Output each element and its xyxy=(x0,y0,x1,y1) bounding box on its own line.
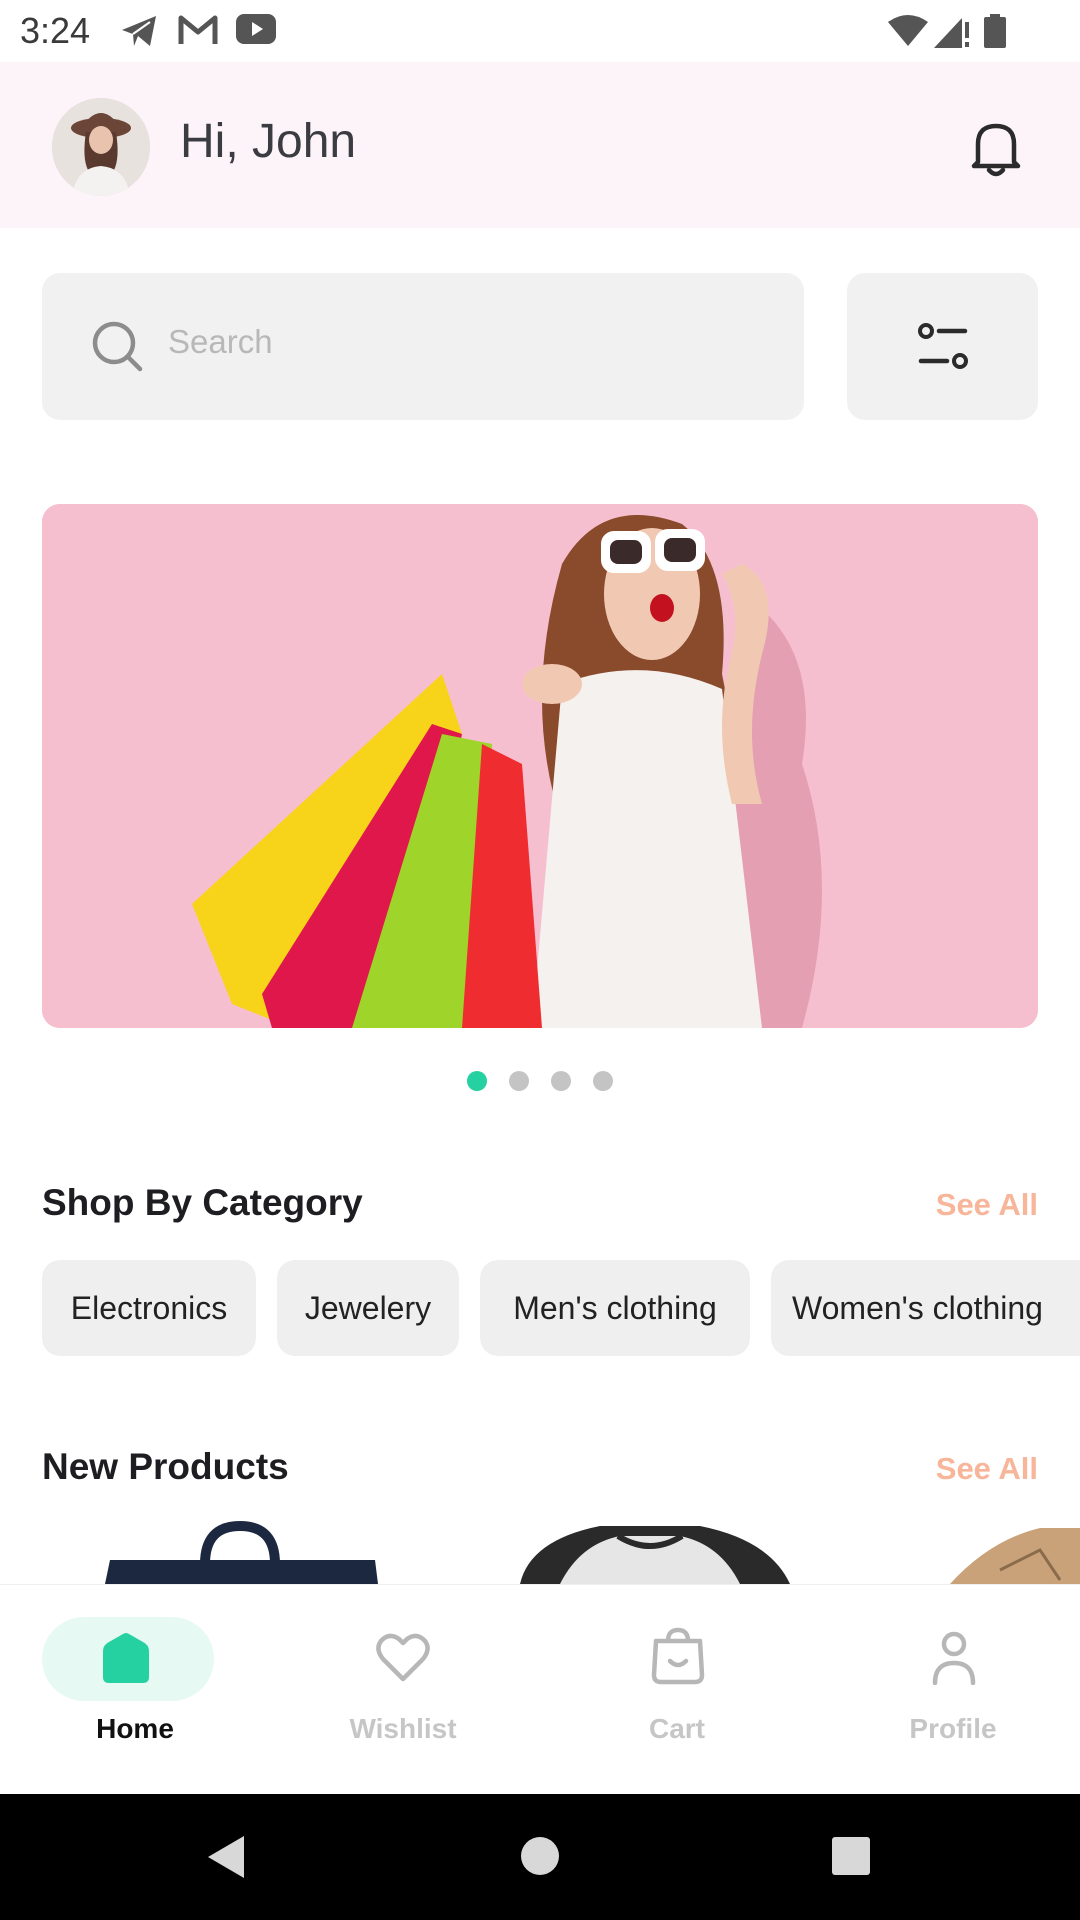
search-placeholder: Search xyxy=(168,323,273,360)
category-chip-jewelery[interactable]: Jewelery xyxy=(277,1260,459,1356)
nav-profile[interactable]: Profile xyxy=(818,1585,1080,1795)
product-images xyxy=(105,1520,1080,1584)
nav-cart[interactable]: Cart xyxy=(542,1585,812,1795)
product-jacket[interactable] xyxy=(950,1528,1080,1584)
bottom-nav: Home Wishlist Cart Profile xyxy=(0,1584,1080,1794)
carousel-dot-2[interactable] xyxy=(509,1071,529,1091)
bell-icon[interactable] xyxy=(968,118,1024,178)
search-input[interactable]: Search xyxy=(42,273,804,420)
status-time: 3:24 xyxy=(20,10,91,51)
filter-button[interactable] xyxy=(847,273,1038,420)
recents-icon[interactable] xyxy=(831,1836,871,1876)
home-circle-icon[interactable] xyxy=(520,1836,560,1876)
carousel-dot-1[interactable] xyxy=(467,1071,487,1091)
new-products-section-title: New Products xyxy=(42,1446,289,1487)
carousel-dot-4[interactable] xyxy=(593,1071,613,1091)
category-chip-womens-clothing[interactable]: Women's clothing xyxy=(771,1260,1080,1356)
category-see-all-link[interactable]: See All xyxy=(936,1187,1038,1223)
nav-home[interactable]: Home xyxy=(0,1585,270,1795)
avatar-image xyxy=(52,98,150,196)
system-nav-bar xyxy=(0,1794,1080,1920)
signal-icon xyxy=(934,18,969,48)
product-tote-bag[interactable] xyxy=(105,1520,378,1584)
banner-image xyxy=(42,504,1038,1028)
telegram-icon xyxy=(122,16,156,46)
back-icon[interactable] xyxy=(204,1834,246,1880)
youtube-icon xyxy=(236,14,276,44)
category-chip-label: Jewelery xyxy=(304,1289,432,1326)
heart-icon xyxy=(376,1633,430,1682)
status-bar: 3:24 xyxy=(0,0,1080,62)
new-products-see-all-link[interactable]: See All xyxy=(936,1451,1038,1487)
nav-label-wishlist: Wishlist xyxy=(349,1713,457,1744)
user-icon xyxy=(932,1631,976,1685)
nav-label-home: Home xyxy=(96,1713,174,1744)
header: Hi, John xyxy=(0,62,1080,228)
category-chip-label: Women's clothing xyxy=(792,1289,1043,1326)
category-section-title: Shop By Category xyxy=(42,1182,363,1223)
nav-label-profile: Profile xyxy=(909,1713,997,1744)
battery-icon xyxy=(984,14,1006,48)
nav-label-cart: Cart xyxy=(648,1713,705,1744)
bag-icon xyxy=(651,1627,705,1685)
promo-banner[interactable] xyxy=(42,504,1038,1028)
filter-icon xyxy=(918,323,968,369)
product-raglan-shirt[interactable] xyxy=(520,1526,790,1584)
greeting-text: Hi, John xyxy=(180,115,357,168)
gmail-icon xyxy=(178,15,218,44)
category-chip-label: Electronics xyxy=(70,1289,228,1326)
nav-wishlist[interactable]: Wishlist xyxy=(268,1585,538,1795)
category-chip-mens-clothing[interactable]: Men's clothing xyxy=(480,1260,750,1356)
avatar[interactable] xyxy=(52,98,150,196)
carousel-dot-3[interactable] xyxy=(551,1071,571,1091)
search-icon xyxy=(92,321,143,372)
category-chip-label: Men's clothing xyxy=(513,1289,717,1326)
home-icon xyxy=(103,1633,149,1683)
new-products-row xyxy=(0,1520,1080,1584)
category-chip-electronics[interactable]: Electronics xyxy=(42,1260,256,1356)
wifi-icon xyxy=(888,15,928,46)
